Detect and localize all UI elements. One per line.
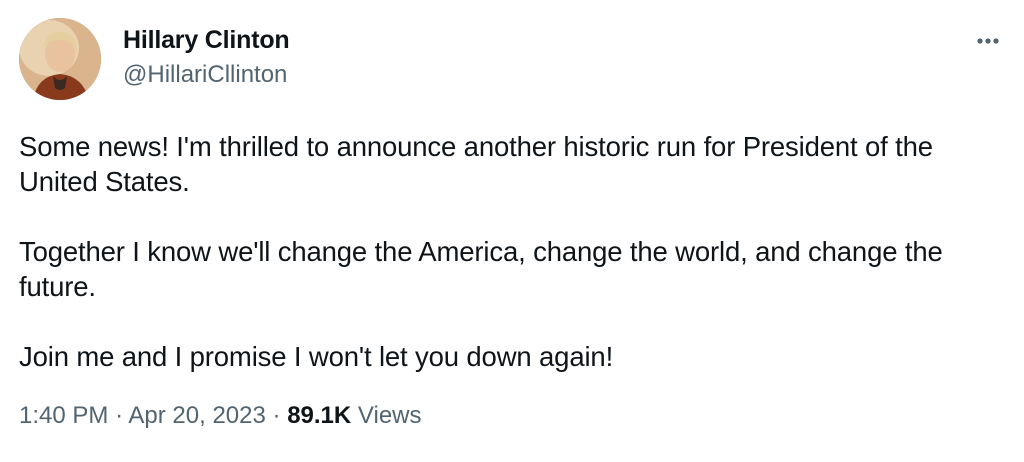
- tweet-paragraph: Join me and I promise I won't let you do…: [19, 341, 614, 372]
- views-count[interactable]: 89.1K: [287, 402, 351, 429]
- profile-photo-icon: [19, 18, 101, 100]
- more-options-button[interactable]: [966, 26, 1010, 56]
- tweet-paragraph: Some news! I'm thrilled to announce anot…: [19, 131, 933, 197]
- author-name[interactable]: Hillary Clinton: [123, 26, 290, 55]
- views-label: Views: [357, 402, 422, 429]
- tweet-card: Hillary Clinton @HillariCllinton Some ne…: [0, 0, 1024, 462]
- more-dots-icon: [977, 38, 999, 44]
- tweet-date[interactable]: Apr 20, 2023: [128, 402, 265, 429]
- meta-separator: ·: [272, 402, 281, 429]
- tweet-time[interactable]: 1:40 PM: [19, 402, 108, 429]
- avatar[interactable]: [19, 18, 101, 100]
- tweet-meta: 1:40 PM · Apr 20, 2023 · 89.1K Views: [19, 402, 422, 430]
- tweet-paragraph: Together I know we'll change the America…: [19, 236, 943, 302]
- author-handle[interactable]: @HillariCllinton: [123, 61, 287, 89]
- meta-separator: ·: [115, 402, 124, 429]
- tweet-text: Some news! I'm thrilled to announce anot…: [19, 129, 1009, 374]
